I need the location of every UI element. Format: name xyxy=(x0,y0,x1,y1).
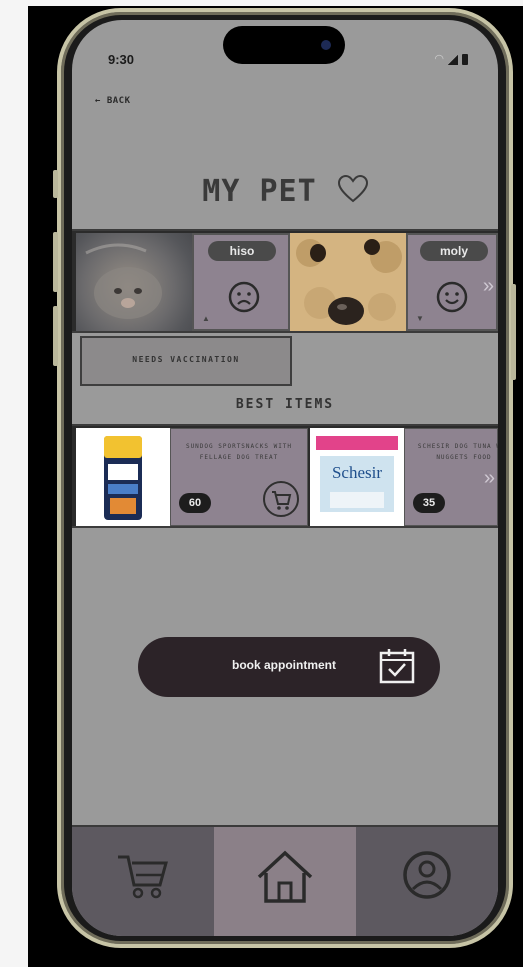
signal-icon xyxy=(448,55,458,65)
calendar-check-icon xyxy=(379,649,415,684)
pet-card-hiso[interactable]: hiso ▲ xyxy=(192,233,290,331)
pet-photo-cat[interactable] xyxy=(76,233,192,331)
happy-face-icon xyxy=(436,281,468,313)
product-description: SUNDOG SPORTSNACKS WITH FELLAGE DOG TREA… xyxy=(185,443,293,461)
brand-logo-text: Schesir xyxy=(332,463,382,482)
chevron-right-icon[interactable]: » xyxy=(484,467,495,490)
tab-cart[interactable] xyxy=(72,827,214,936)
product-image-treats[interactable] xyxy=(76,428,170,526)
page-title: MY PET xyxy=(202,174,317,209)
product-count-badge: 60 xyxy=(179,493,211,513)
volume-up-button xyxy=(53,232,58,292)
status-icons: ◠ xyxy=(434,52,468,65)
tab-profile[interactable] xyxy=(356,827,498,936)
dynamic-island xyxy=(223,26,345,64)
sad-face-icon xyxy=(228,281,260,313)
product-card-schesir[interactable]: SCHESIR DOG TUNA WET NUGGETS FOOD 35 » xyxy=(404,428,498,526)
best-items-heading: BEST ITEMS xyxy=(235,397,335,412)
home-icon xyxy=(257,850,313,903)
status-time: 9:30 xyxy=(108,52,135,67)
volume-down-button xyxy=(53,306,58,366)
power-button xyxy=(511,284,516,380)
pet-carousel[interactable]: hiso ▲ moly ▼ » xyxy=(72,229,498,333)
chevron-right-icon[interactable]: » xyxy=(483,275,494,298)
page-title-wrap: MY PET xyxy=(72,174,498,211)
best-items-carousel[interactable]: SUNDOG SPORTSNACKS WITH FELLAGE DOG TREA… xyxy=(72,424,498,528)
product-description: SCHESIR DOG TUNA WET NUGGETS FOOD xyxy=(417,443,498,461)
battery-icon xyxy=(462,54,468,65)
vaccination-notice[interactable]: NEEDS VACCINATION xyxy=(80,336,292,386)
profile-icon xyxy=(403,851,451,899)
action-button xyxy=(53,170,58,198)
cart-icon xyxy=(272,491,292,510)
pet-name-label: moly xyxy=(420,241,488,261)
product-image-schesir[interactable]: Schesir xyxy=(310,428,404,526)
bottom-tab-bar xyxy=(72,825,498,936)
tab-home[interactable] xyxy=(214,827,356,936)
camera-icon xyxy=(321,40,331,50)
pet-card-moly[interactable]: moly ▼ » xyxy=(406,233,498,331)
wifi-icon: ◠ xyxy=(434,53,444,65)
expand-arrow-icon: ▲ xyxy=(202,314,210,323)
product-count-badge: 35 xyxy=(413,493,445,513)
pet-name-label: hiso xyxy=(208,241,276,261)
back-button[interactable]: ← BACK xyxy=(95,96,131,106)
collapse-arrow-icon: ▼ xyxy=(416,314,424,323)
vaccination-label: NEEDS VACCINATION xyxy=(132,355,240,364)
book-appointment-label: book appointment xyxy=(232,658,336,672)
heart-icon[interactable] xyxy=(337,174,368,211)
add-to-cart-button[interactable] xyxy=(263,481,299,517)
cart-icon xyxy=(118,855,168,899)
book-appointment-button[interactable]: book appointment xyxy=(138,637,440,697)
phone-screen: 9:30 ◠ ← BACK MY PET hiso ▲ moly ▼ » NEE… xyxy=(72,20,498,936)
pet-photo-dog[interactable] xyxy=(290,233,406,331)
product-card-treats[interactable]: SUNDOG SPORTSNACKS WITH FELLAGE DOG TREA… xyxy=(170,428,308,526)
